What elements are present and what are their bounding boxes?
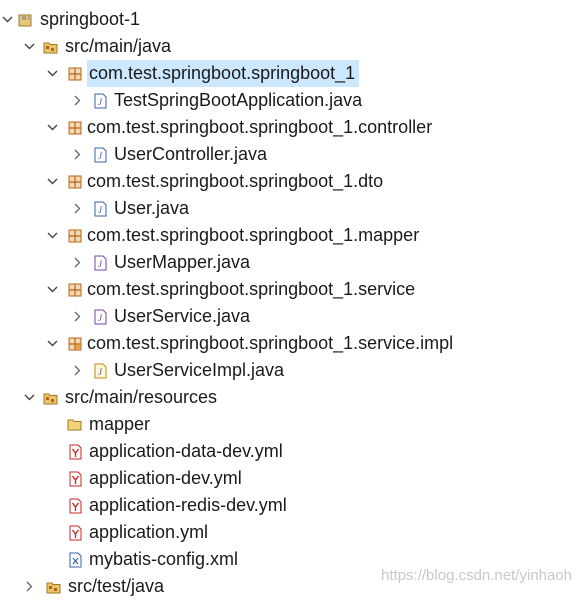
watermark: https://blog.csdn.net/yinhaoh [381,567,572,584]
chevron-down-icon[interactable] [22,33,36,60]
chevron-down-icon[interactable] [45,60,59,87]
chevron-right-icon[interactable] [70,87,84,114]
chevron-right-icon[interactable] [70,195,84,222]
tree-item-label: src/main/java [65,36,172,56]
tree-item-label: springboot-1 [40,9,141,29]
chevron-right-icon[interactable] [70,141,84,168]
tree-item-package-controller[interactable]: com.test.springboot.springboot_1.control… [0,114,580,141]
tree-item-package-dto[interactable]: com.test.springboot.springboot_1.dto [0,168,580,195]
tree-item-label: mapper [89,414,151,434]
tree-item-yml-dev[interactable]: application-dev.yml [0,465,580,492]
tree-item-src-main-java[interactable]: src/main/java [0,33,580,60]
tree-item-label: UserMapper.java [114,252,251,272]
chevron-down-icon[interactable] [45,222,59,249]
tree-item-file-app[interactable]: J TestSpringBootApplication.java [0,87,580,114]
chevron-right-icon[interactable] [70,357,84,384]
package-icon [67,120,83,136]
maven-project-icon: M J [18,12,34,28]
tree-item-file-mapper[interactable]: J UserMapper.java [0,249,580,276]
tree-item-label: application.yml [89,522,209,542]
chevron-down-icon[interactable] [45,276,59,303]
tree-item-package-mapper[interactable]: com.test.springboot.springboot_1.mapper [0,222,580,249]
source-folder-icon [43,39,59,55]
source-folder-icon [43,390,59,406]
tree-item-yml-data-dev[interactable]: application-data-dev.yml [0,438,580,465]
tree-item-label: src/test/java [68,576,165,596]
tree-item-label: application-redis-dev.yml [89,495,287,515]
tree-item-package-root[interactable]: com.test.springboot.springboot_1 [0,60,580,87]
tree-item-label: application-data-dev.yml [89,441,283,461]
package-icon [67,336,83,352]
chevron-right-icon[interactable] [70,303,84,330]
tree-item-label: mybatis-config.xml [89,549,239,569]
tree-item-label: com.test.springboot.springboot_1.dto [87,171,384,191]
tree-item-label: com.test.springboot.springboot_1 [87,60,360,87]
tree-item-label: User.java [114,198,190,218]
tree-item-folder-mapper[interactable]: mapper [0,411,580,438]
java-file-icon: J [92,201,108,217]
tree-item-label: src/main/resources [65,387,218,407]
package-icon [67,282,83,298]
java-interface-file-icon: J [92,255,108,271]
chevron-down-icon[interactable] [45,330,59,357]
yml-file-icon [67,444,83,460]
tree-item-package-service-impl[interactable]: com.test.springboot.springboot_1.service… [0,330,580,357]
tree-item-label: UserController.java [114,144,268,164]
chevron-down-icon[interactable] [45,114,59,141]
tree-item-yml-app[interactable]: application.yml [0,519,580,546]
xml-file-icon [67,552,83,568]
tree-item-project[interactable]: M J springboot-1 [0,6,580,33]
tree-item-src-main-resources[interactable]: src/main/resources [0,384,580,411]
chevron-down-icon[interactable] [0,6,14,33]
tree-item-label: UserService.java [114,306,251,326]
tree-item-file-controller[interactable]: J UserController.java [0,141,580,168]
tree-item-label: com.test.springboot.springboot_1.service… [87,333,454,353]
tree-item-label: com.test.springboot.springboot_1.service [87,279,416,299]
java-file-icon: J [92,363,108,379]
tree-item-label: UserServiceImpl.java [114,360,285,380]
source-folder-icon [46,579,62,595]
tree-item-package-service[interactable]: com.test.springboot.springboot_1.service [0,276,580,303]
tree-item-label: application-dev.yml [89,468,242,488]
package-icon [67,228,83,244]
tree-item-file-service-impl[interactable]: J UserServiceImpl.java [0,357,580,384]
tree-item-label: TestSpringBootApplication.java [114,90,363,110]
chevron-down-icon[interactable] [22,384,36,411]
java-file-icon: J [92,147,108,163]
folder-icon [67,417,83,433]
package-icon [67,174,83,190]
tree-item-label: com.test.springboot.springboot_1.mapper [87,225,420,245]
tree-item-file-service[interactable]: J UserService.java [0,303,580,330]
chevron-right-icon[interactable] [70,249,84,276]
tree-item-label: com.test.springboot.springboot_1.control… [87,117,433,137]
svg-text:M: M [22,16,26,22]
tree-item-file-user[interactable]: J User.java [0,195,580,222]
chevron-right-icon[interactable] [22,573,36,600]
yml-file-icon [67,498,83,514]
java-file-icon: J [92,93,108,109]
chevron-down-icon[interactable] [45,168,59,195]
package-icon [67,66,83,82]
tree-item-yml-redis-dev[interactable]: application-redis-dev.yml [0,492,580,519]
yml-file-icon [67,471,83,487]
java-interface-file-icon: J [92,309,108,325]
yml-file-icon [67,525,83,541]
